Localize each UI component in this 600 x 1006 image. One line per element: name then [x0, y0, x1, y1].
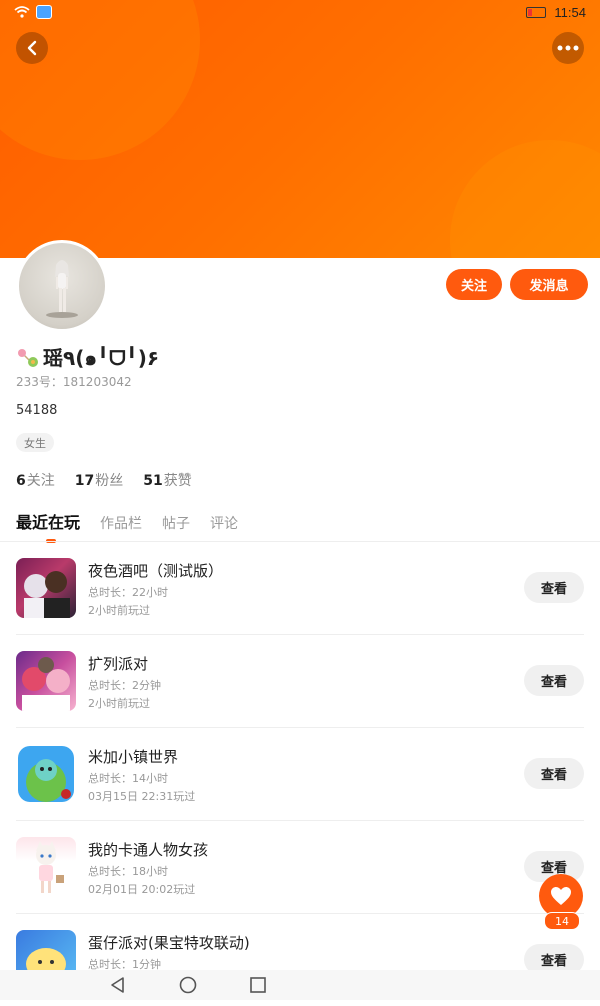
wifi-icon: [14, 6, 30, 18]
stat-likes[interactable]: 51获赞: [143, 470, 191, 490]
status-time: 11:54: [554, 5, 586, 20]
follow-button[interactable]: 关注: [446, 269, 502, 300]
view-button[interactable]: 查看: [524, 665, 584, 696]
system-navigation-bar: [0, 970, 600, 1000]
user-id: 233号：181203042: [16, 375, 132, 389]
game-thumbnail: [16, 558, 76, 618]
heart-icon: [551, 887, 571, 905]
candy-icon: [18, 349, 38, 367]
list-item[interactable]: 扩列派对 总时长：2分钟 2小时前玩过 查看: [16, 635, 584, 728]
list-item[interactable]: 夜色酒吧（测试版） 总时长：22小时 2小时前玩过 查看: [16, 542, 584, 635]
tab-recent-played[interactable]: 最近在玩: [16, 509, 80, 543]
game-title: 米加小镇世界: [88, 748, 179, 766]
view-button[interactable]: 查看: [524, 572, 584, 603]
nav-back-icon[interactable]: [108, 976, 128, 994]
list-item[interactable]: 我的卡通人物女孩 总时长：18小时 02月01日 20:02玩过 查看: [16, 821, 584, 914]
username-row: 瑶٩(๑╹ᗜ╹)۶: [16, 342, 159, 374]
game-duration: 总时长：22小时: [88, 586, 168, 599]
game-art-image: [18, 746, 74, 802]
game-title: 夜色酒吧（测试版）: [88, 562, 224, 580]
send-message-button[interactable]: 发消息: [510, 269, 588, 300]
game-title: 我的卡通人物女孩: [88, 841, 209, 859]
game-last-played: 2小时前玩过: [88, 697, 150, 710]
tab-posts[interactable]: 帖子: [162, 513, 190, 533]
more-dots-icon: [557, 45, 579, 51]
nav-home-icon[interactable]: [178, 976, 198, 994]
nav-recents-icon[interactable]: [248, 976, 268, 994]
game-title: 扩列派对: [88, 655, 149, 673]
profile-header-background: [0, 0, 600, 258]
chevron-left-icon: [27, 40, 37, 56]
stat-label: 粉丝: [95, 473, 124, 489]
status-bar: 11:54: [0, 0, 600, 26]
more-options-button[interactable]: [552, 32, 584, 64]
list-item[interactable]: 米加小镇世界 总时长：14小时 03月15日 22:31玩过 查看: [16, 728, 584, 821]
game-duration: 总时长：2分钟: [88, 679, 161, 692]
profile-stats: 6关注 17粉丝 51获赞: [16, 470, 192, 490]
recent-games-list: 夜色酒吧（测试版） 总时长：22小时 2小时前玩过 查看 扩列派对 总时长：2分…: [0, 542, 600, 1006]
profile-tabs: 最近在玩 作品栏 帖子 评论: [16, 509, 238, 543]
battery-icon: [526, 7, 547, 18]
avatar[interactable]: [16, 240, 108, 332]
game-thumbnail: [16, 651, 76, 711]
game-thumbnail: [16, 744, 76, 804]
game-duration: 总时长：18小时: [88, 865, 168, 878]
stat-count: 6: [16, 473, 26, 489]
game-last-played: 02月01日 20:02玩过: [88, 883, 196, 896]
stat-following[interactable]: 6关注: [16, 470, 55, 490]
view-button[interactable]: 查看: [524, 758, 584, 789]
stat-label: 获赞: [163, 473, 192, 489]
app-notification-icon: [36, 5, 52, 19]
stat-count: 17: [74, 473, 95, 489]
game-art-image: [24, 571, 70, 618]
game-title: 蛋仔派对(果宝特攻联动): [88, 934, 250, 952]
bio: 54188: [16, 403, 58, 418]
gender-tag: 女生: [16, 433, 54, 452]
game-duration: 总时长：14小时: [88, 772, 168, 785]
game-art-image: [22, 657, 70, 711]
stat-count: 51: [143, 473, 163, 489]
game-last-played: 2小时前玩过: [88, 604, 150, 617]
game-thumbnail: [16, 837, 76, 897]
back-button[interactable]: [16, 32, 48, 64]
favorite-count-badge: 14: [544, 912, 580, 930]
game-last-played: 03月15日 22:31玩过: [88, 790, 196, 803]
tab-comments[interactable]: 评论: [210, 513, 238, 533]
tab-works[interactable]: 作品栏: [100, 513, 142, 533]
stat-followers[interactable]: 17粉丝: [75, 470, 123, 490]
stat-label: 关注: [26, 473, 55, 489]
avatar-figure-image: [46, 260, 78, 318]
decorative-circle: [450, 140, 600, 258]
username: 瑶٩(๑╹ᗜ╹)۶: [43, 346, 160, 370]
game-art-image: [36, 841, 64, 893]
